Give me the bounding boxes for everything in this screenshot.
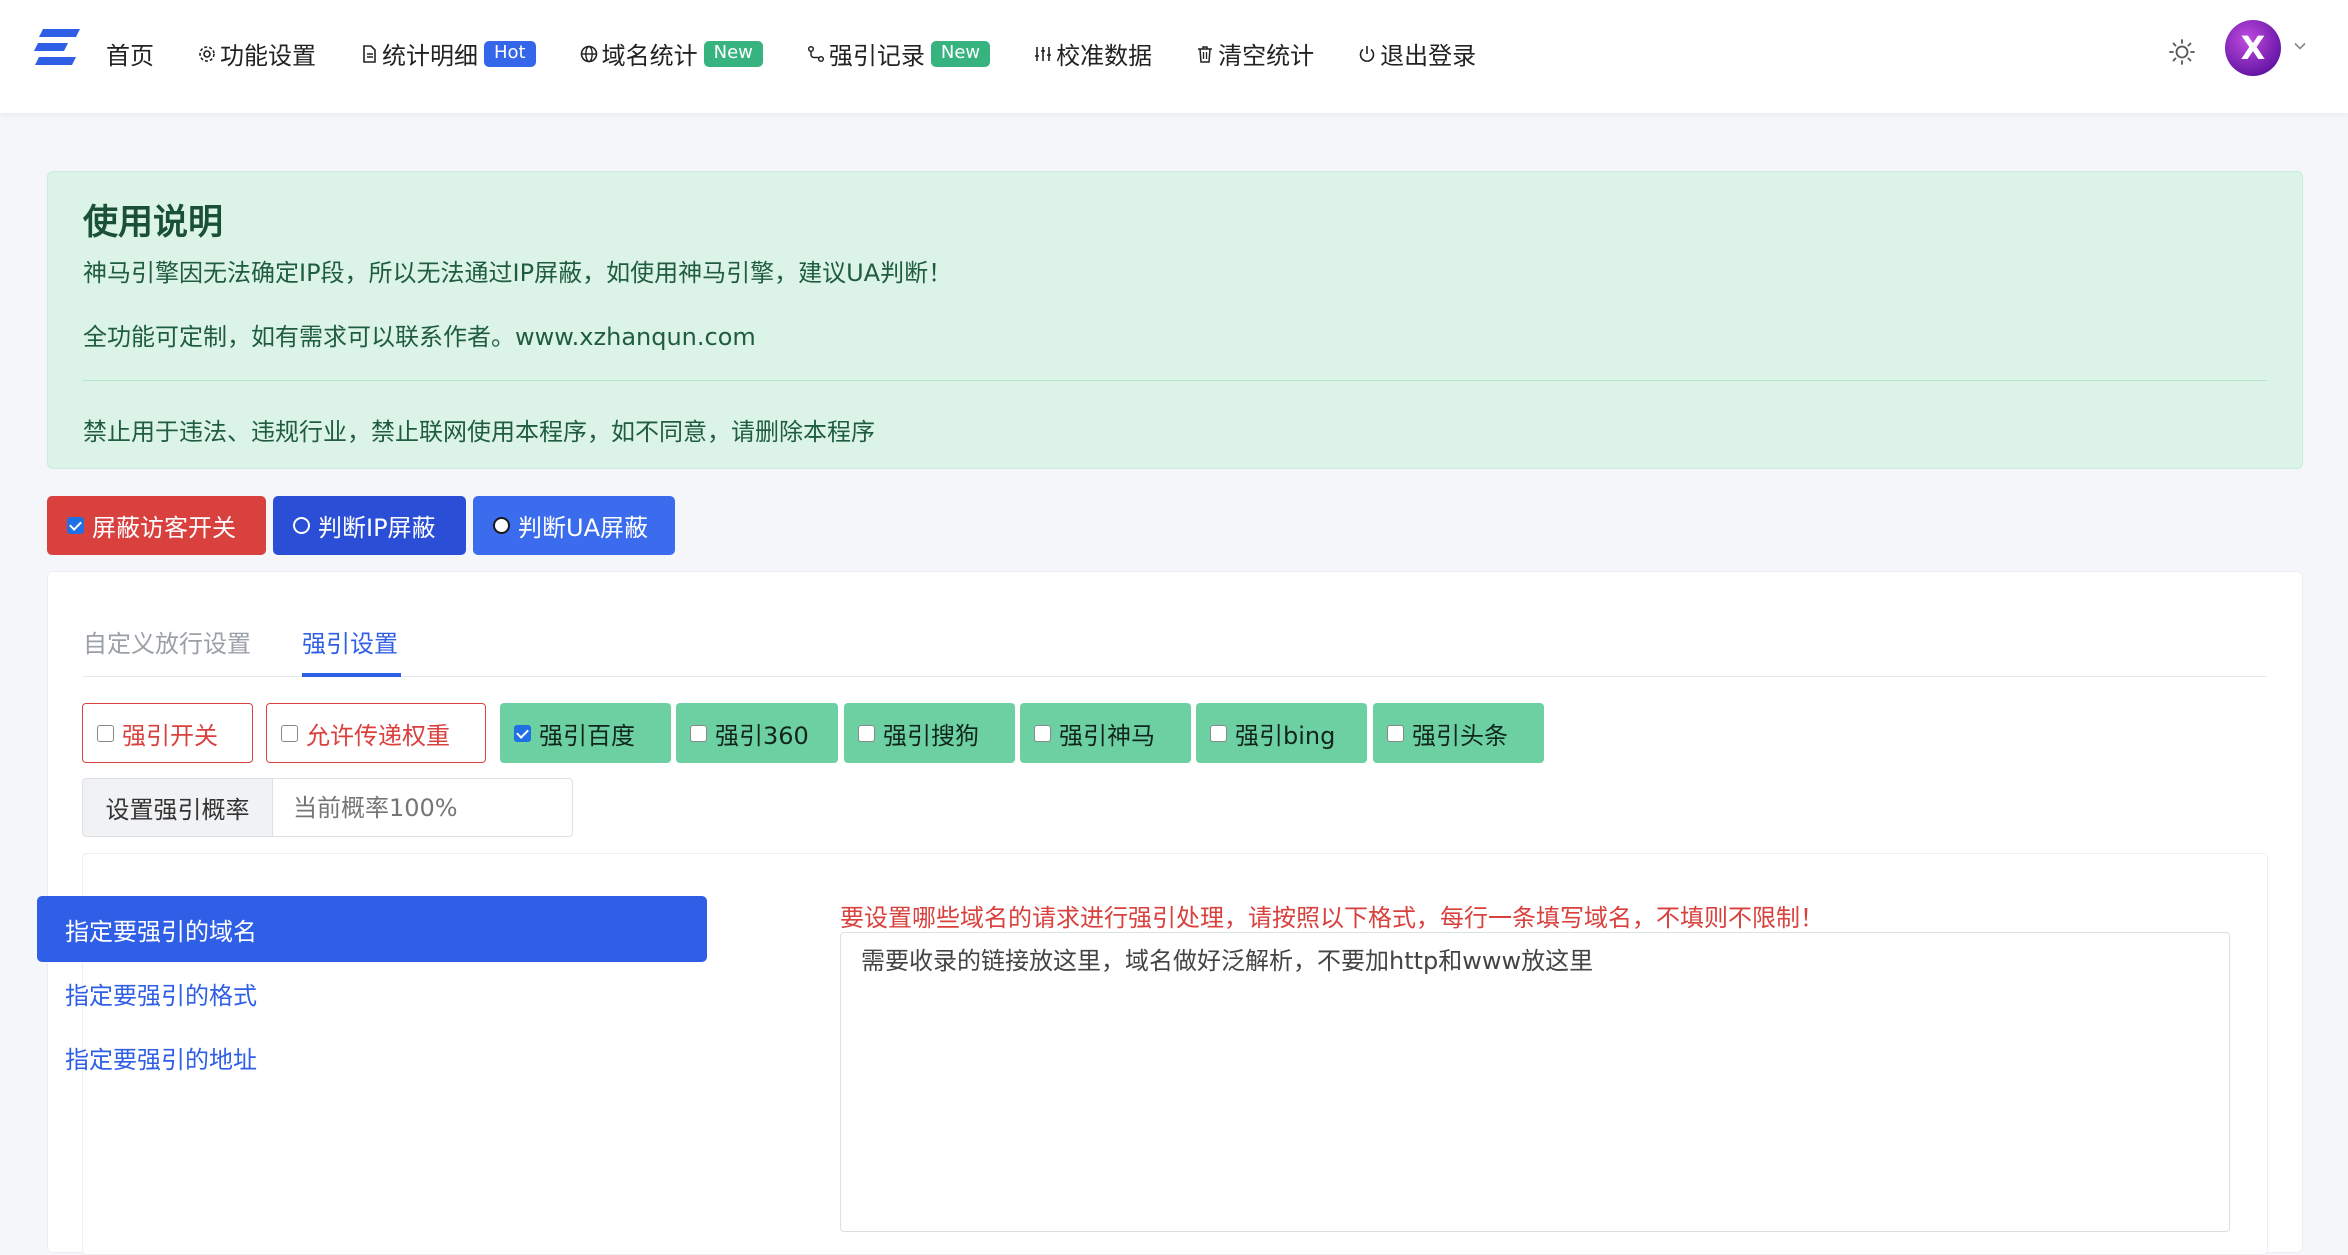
option-label: 强引头条 [1412,721,1508,750]
new-badge: New [930,40,991,67]
hot-badge: Hot [484,40,536,67]
ua-block-radio-button[interactable]: 判断UA屏蔽 [473,496,675,555]
pass-weight-checkbox[interactable] [281,724,298,742]
redirect-bing-checkbox[interactable] [1210,724,1227,742]
redirect-switch-checkbox[interactable] [97,724,114,742]
avatar[interactable]: X [2225,20,2281,76]
block-visitors-toggle[interactable]: 屏蔽访客开关 [47,496,266,555]
option-label: 强引神马 [1059,721,1155,750]
redirect-shenma-checkbox[interactable] [1034,724,1051,742]
new-badge: New [703,40,763,67]
redirect-360-checkbox[interactable] [690,724,707,742]
domain-hint: 要设置哪些域名的请求进行强引处理，请按照以下格式，每行一条填写域名，不填则不限制… [840,904,1824,932]
power-icon [1357,44,1377,64]
nav-domain-stats[interactable]: 域名统计 New [579,36,763,71]
notice-line-2: 全功能可定制，如有需求可以联系作者。www.xzhanqun.com [83,323,756,351]
option-label: 强引搜狗 [883,721,979,750]
nav-calibrate-label: 校准数据 [1056,42,1153,70]
notice-title: 使用说明 [83,203,224,243]
nav-details-label: 统计明细 [382,42,478,70]
trash-icon [1195,44,1215,64]
logo-icon[interactable] [34,29,80,73]
redirect-toutiao-option[interactable]: 强引头条 [1373,703,1544,763]
avatar-letter: X [2240,29,2266,67]
redirect-baidu-option[interactable]: 强引百度 [500,703,671,763]
nav-redirect-log-label: 强引记录 [828,42,925,70]
notice-divider [83,380,2267,381]
nav-redirect-log[interactable]: 强引记录 New [806,36,991,71]
top-navbar: 首页 功能设置 统计明细 Hot 域名统计 New 强引记录 New 校准数据 … [0,0,2348,113]
ua-block-radio[interactable] [493,517,510,534]
nav-domain-stats-label: 域名统计 [601,42,698,70]
redirect-bing-option[interactable]: 强引bing [1196,703,1367,763]
side-menu-formats[interactable]: 指定要强引的格式 [37,960,707,1026]
nav-calibrate[interactable]: 校准数据 [1033,36,1152,71]
ip-block-radio-button[interactable]: 判断IP屏蔽 [273,496,466,555]
block-visitors-label: 屏蔽访客开关 [92,514,236,542]
globe-icon [579,44,599,64]
nav-logout[interactable]: 退出登录 [1357,36,1476,71]
nav-details[interactable]: 统计明细 Hot [359,36,536,71]
notice-line-1: 神马引擎因无法确定IP段，所以无法通过IP屏蔽，如使用神马引擎，建议UA判断！ [83,259,953,287]
sliders-icon [1033,44,1053,64]
route-icon [806,44,826,64]
domain-textarea[interactable]: 需要收录的链接放这里，域名做好泛解析，不要加http和www放这里 [840,932,2230,1232]
usage-notice: 使用说明 神马引擎因无法确定IP段，所以无法通过IP屏蔽，如使用神马引擎，建议U… [47,171,2303,469]
option-label: 允许传递权重 [306,721,450,750]
ip-block-radio[interactable] [293,517,310,534]
side-menu-domains[interactable]: 指定要强引的域名 [37,896,707,962]
redirect-shenma-option[interactable]: 强引神马 [1020,703,1191,763]
pass-weight-option[interactable]: 允许传递权重 [266,703,486,763]
tab-redirect-settings[interactable]: 强引设置 [302,624,398,659]
block-visitors-checkbox[interactable] [67,517,84,534]
probability-label: 设置强引概率 [82,778,273,837]
tab-custom-allow[interactable]: 自定义放行设置 [83,624,251,659]
option-label: 强引开关 [122,721,218,750]
theme-toggle-sun-icon[interactable] [2168,38,2196,66]
nav-clear-stats-label: 清空统计 [1218,42,1315,70]
option-label: 强引bing [1235,721,1336,750]
notice-line-3: 禁止用于违法、违规行业，禁止联网使用本程序，如不同意，请删除本程序 [83,418,875,446]
redirect-sogou-checkbox[interactable] [858,724,875,742]
nav-logout-label: 退出登录 [1380,42,1477,70]
redirect-switch-option[interactable]: 强引开关 [82,703,253,763]
ip-block-label: 判断IP屏蔽 [318,514,436,542]
redirect-toutiao-checkbox[interactable] [1387,724,1404,742]
settings-tabs: 自定义放行设置 强引设置 [83,572,2267,677]
probability-input[interactable] [272,778,573,837]
nav-clear-stats[interactable]: 清空统计 [1195,36,1314,71]
redirect-baidu-checkbox[interactable] [514,724,531,742]
gear-icon [197,44,217,64]
active-tab-indicator [302,673,401,677]
main-nav: 首页 功能设置 统计明细 Hot 域名统计 New 强引记录 New 校准数据 … [106,0,1519,107]
nav-settings-label: 功能设置 [220,42,316,70]
nav-home-label: 首页 [106,42,154,70]
nav-settings[interactable]: 功能设置 [197,36,316,71]
chevron-down-icon[interactable] [2292,38,2308,54]
redirect-sogou-option[interactable]: 强引搜狗 [844,703,1015,763]
option-label: 强引360 [715,721,809,750]
nav-home[interactable]: 首页 [106,36,154,71]
document-icon [359,44,379,64]
option-label: 强引百度 [539,721,635,750]
redirect-360-option[interactable]: 强引360 [676,703,838,763]
ua-block-label: 判断UA屏蔽 [518,514,648,542]
side-menu-addresses[interactable]: 指定要强引的地址 [37,1024,707,1090]
